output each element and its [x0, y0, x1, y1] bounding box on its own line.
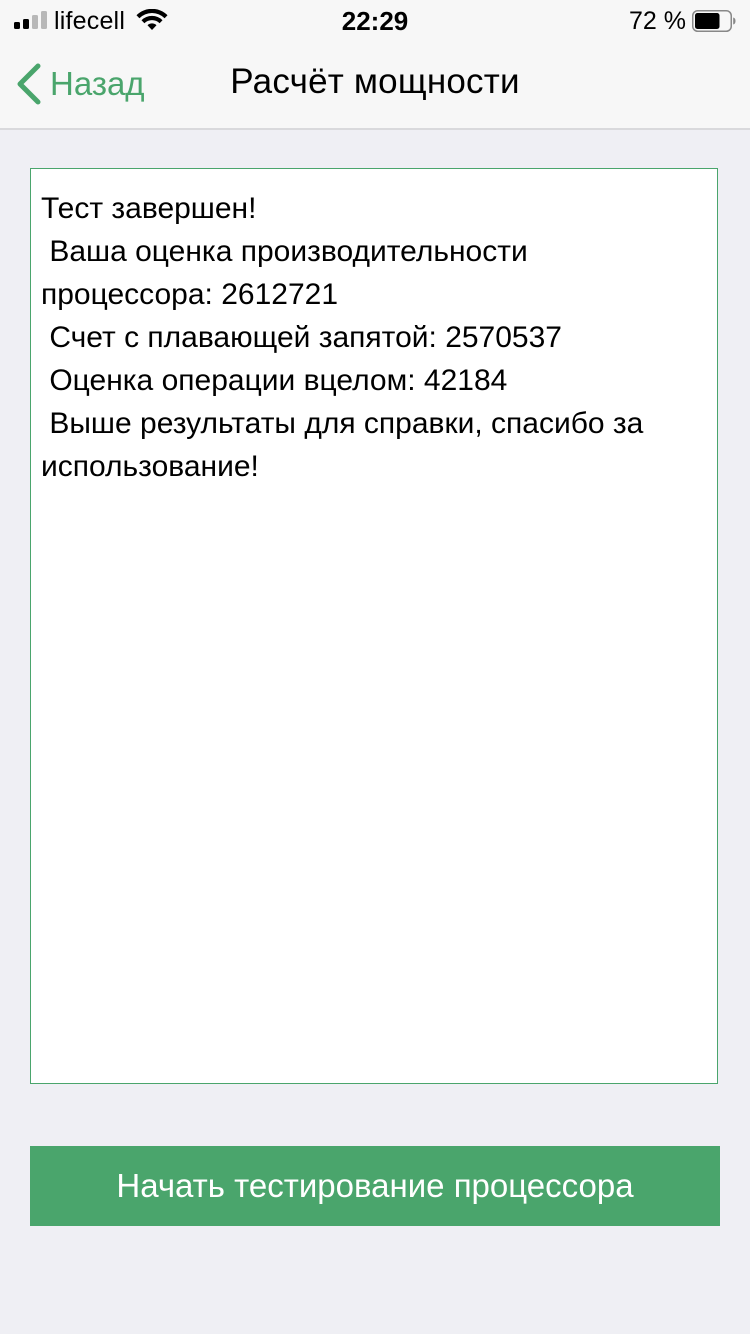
page-title: Расчёт мощности [230, 62, 520, 101]
status-bar: lifecell 22:29 72 % [0, 0, 750, 40]
navigation-bar: Назад Расчёт мощности [0, 40, 750, 128]
result-text-area[interactable]: Тест завершен! Ваша оценка производитель… [30, 168, 718, 1084]
battery-percentage: 72 % [629, 7, 686, 35]
header: lifecell 22:29 72 % Назад Расчёт мощност… [0, 0, 750, 130]
battery-icon [692, 10, 736, 32]
start-cpu-test-button[interactable]: Начать тестирование процессора [30, 1146, 720, 1226]
